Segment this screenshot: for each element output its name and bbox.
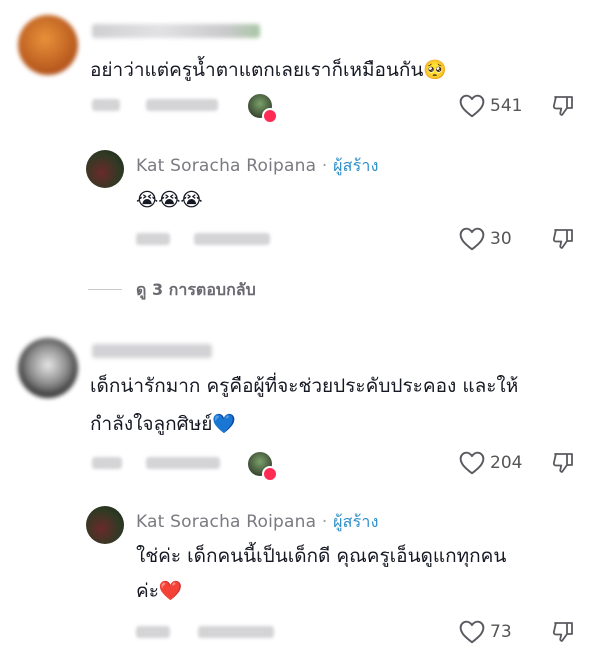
creator-label: ผู้สร้าง xyxy=(333,512,379,531)
reply-timestamp xyxy=(136,233,170,245)
reply-text: 😭😭😭 xyxy=(136,189,203,211)
like-count: 204 xyxy=(490,453,523,473)
reply-author-name[interactable]: Kat Soracha Roipana · ผู้สร้าง xyxy=(136,510,379,535)
comment-text-line2: กำลังใจลูกศิษย์💙 xyxy=(90,413,237,435)
creator-liked-badge xyxy=(262,466,278,482)
commenter-avatar[interactable] xyxy=(18,15,78,75)
reply-button[interactable] xyxy=(146,457,220,469)
creator-liked-badge xyxy=(262,108,278,124)
thumbs-down-icon[interactable] xyxy=(551,451,575,475)
reply-button[interactable] xyxy=(146,99,218,111)
like-count: 30 xyxy=(490,229,512,249)
commenter-avatar[interactable] xyxy=(18,338,78,398)
reply-text-line1: ใช่ค่ะ เด็กคนนี้เป็นเด็กดี คุณครูเอ็นดูแ… xyxy=(136,545,507,567)
view-replies-divider xyxy=(88,289,122,290)
thumbs-down-icon[interactable] xyxy=(551,227,575,251)
comment-timestamp xyxy=(92,457,122,469)
view-replies-button[interactable]: ดู 3 การตอบกลับ xyxy=(136,278,256,303)
like-count: 541 xyxy=(490,96,523,116)
reply-timestamp xyxy=(136,626,170,638)
comment-text: อย่าว่าแต่ครูน้ำตาแตกเลยเราก็เหมือนกัน🥺 xyxy=(90,59,448,81)
heart-outline-icon[interactable] xyxy=(459,227,485,251)
commenter-name[interactable] xyxy=(92,344,212,358)
comment-timestamp xyxy=(92,99,120,111)
heart-outline-icon[interactable] xyxy=(459,94,485,118)
reply-text-line2: ค่ะ❤️ xyxy=(136,580,183,602)
creator-avatar[interactable] xyxy=(86,506,124,544)
creator-label: ผู้สร้าง xyxy=(333,156,379,175)
heart-outline-icon[interactable] xyxy=(459,620,485,644)
creator-avatar[interactable] xyxy=(86,150,124,188)
thumbs-down-icon[interactable] xyxy=(551,620,575,644)
reply-button[interactable] xyxy=(194,233,270,245)
like-count: 73 xyxy=(490,622,512,642)
commenter-name[interactable] xyxy=(92,24,260,38)
reply-button[interactable] xyxy=(198,626,274,638)
thumbs-down-icon[interactable] xyxy=(551,94,575,118)
comment-text-line1: เด็กน่ารักมาก ครูคือผู้ที่จะช่วยประคับปร… xyxy=(90,375,519,397)
reply-author-name[interactable]: Kat Soracha Roipana · ผู้สร้าง xyxy=(136,154,379,179)
heart-outline-icon[interactable] xyxy=(459,451,485,475)
